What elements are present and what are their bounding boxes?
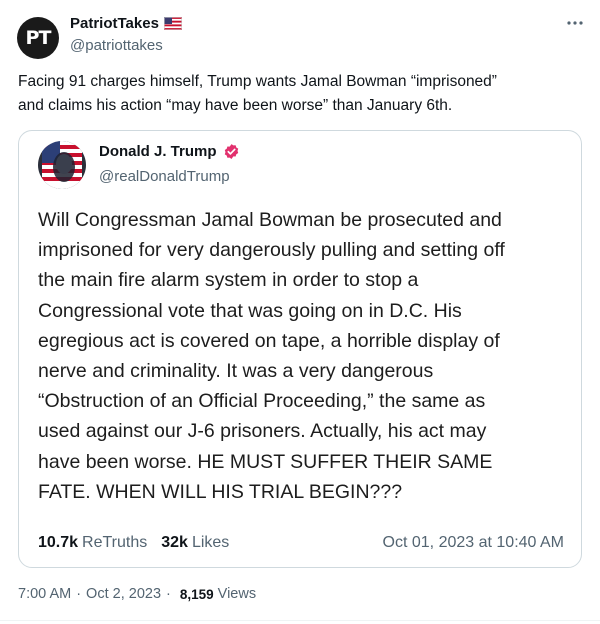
likes-label: Likes — [191, 534, 230, 551]
quote-line: Congressional vote that was going on in … — [38, 299, 462, 322]
quote-author-name-row: Donald J. Trump — [99, 143, 240, 160]
meta-separator: · — [76, 586, 82, 602]
quote-line: nerve and criminality. It was a very dan… — [38, 360, 434, 383]
quote-line: FATE. WHEN WILL HIS TRIAL BEGIN??? — [38, 480, 403, 503]
likes-stat[interactable]: 32k Likes — [161, 534, 229, 552]
post-text: Facing 91 charges himself, Trump wants J… — [18, 70, 578, 118]
verified-badge-icon — [223, 143, 240, 160]
quote-author-handle[interactable]: @realDonaldTrump — [99, 168, 230, 185]
likes-count: 32k — [161, 534, 188, 551]
quote-author-avatar[interactable] — [38, 141, 86, 189]
avatar-initials: PT — [25, 27, 52, 49]
quote-line: used against our J-6 prisoners. Actually… — [38, 420, 487, 443]
quote-line: Will Congressman Jamal Bowman be prosecu… — [38, 209, 502, 231]
author-name-row: PatriotTakes — [70, 15, 182, 32]
retruths-count: 10.7k — [38, 534, 79, 551]
quoted-post-card[interactable]: Donald J. Trump @realDonaldTrump Will Co… — [18, 130, 582, 568]
retruths-label: ReTruths — [82, 534, 148, 551]
quote-line: the main fire alarm system in order to s… — [38, 269, 419, 292]
quote-date: Oct 01, 2023 at 10:40 AM — [382, 534, 564, 551]
quote-line: “Obstruction of an Official Proceeding,”… — [38, 390, 486, 413]
views-label: Views — [217, 586, 257, 602]
post-meta: 7:00 AM · Oct 2, 2023 · 8,159 Views — [18, 586, 256, 602]
us-flag-icon — [163, 17, 182, 30]
meta-separator: · — [166, 586, 171, 602]
quote-body: Will Congressman Jamal Bowman be prosecu… — [38, 205, 568, 507]
author-handle[interactable]: @patriottakes — [70, 37, 163, 54]
post-date[interactable]: Oct 2, 2023 — [86, 586, 161, 602]
quote-line: egregious act is covered on tape, a horr… — [38, 329, 500, 352]
post-text-line: and claims his action “may have been wor… — [18, 97, 453, 114]
quote-stats: 10.7k ReTruths 32k Likes Oct 01, 2023 at 1… — [38, 531, 564, 555]
more-options-button[interactable] — [564, 14, 586, 32]
quote-line: have been worse. HE MUST SUFFER THEIR SA… — [38, 450, 493, 473]
retruths-stat[interactable]: 10.7k ReTruths — [38, 534, 147, 552]
quote-line: imprisoned for very dangerously pulling … — [38, 239, 505, 262]
post-text-line: Facing 91 charges himself, Trump wants J… — [18, 73, 497, 90]
divider — [0, 620, 600, 621]
author-name[interactable]: PatriotTakes — [70, 15, 159, 32]
more-dots-icon — [567, 21, 583, 25]
author-avatar[interactable]: PT — [17, 17, 59, 59]
post-time[interactable]: 7:00 AM — [18, 586, 71, 602]
views-count: 8,159 — [179, 586, 214, 602]
quote-author-name[interactable]: Donald J. Trump — [99, 143, 217, 160]
